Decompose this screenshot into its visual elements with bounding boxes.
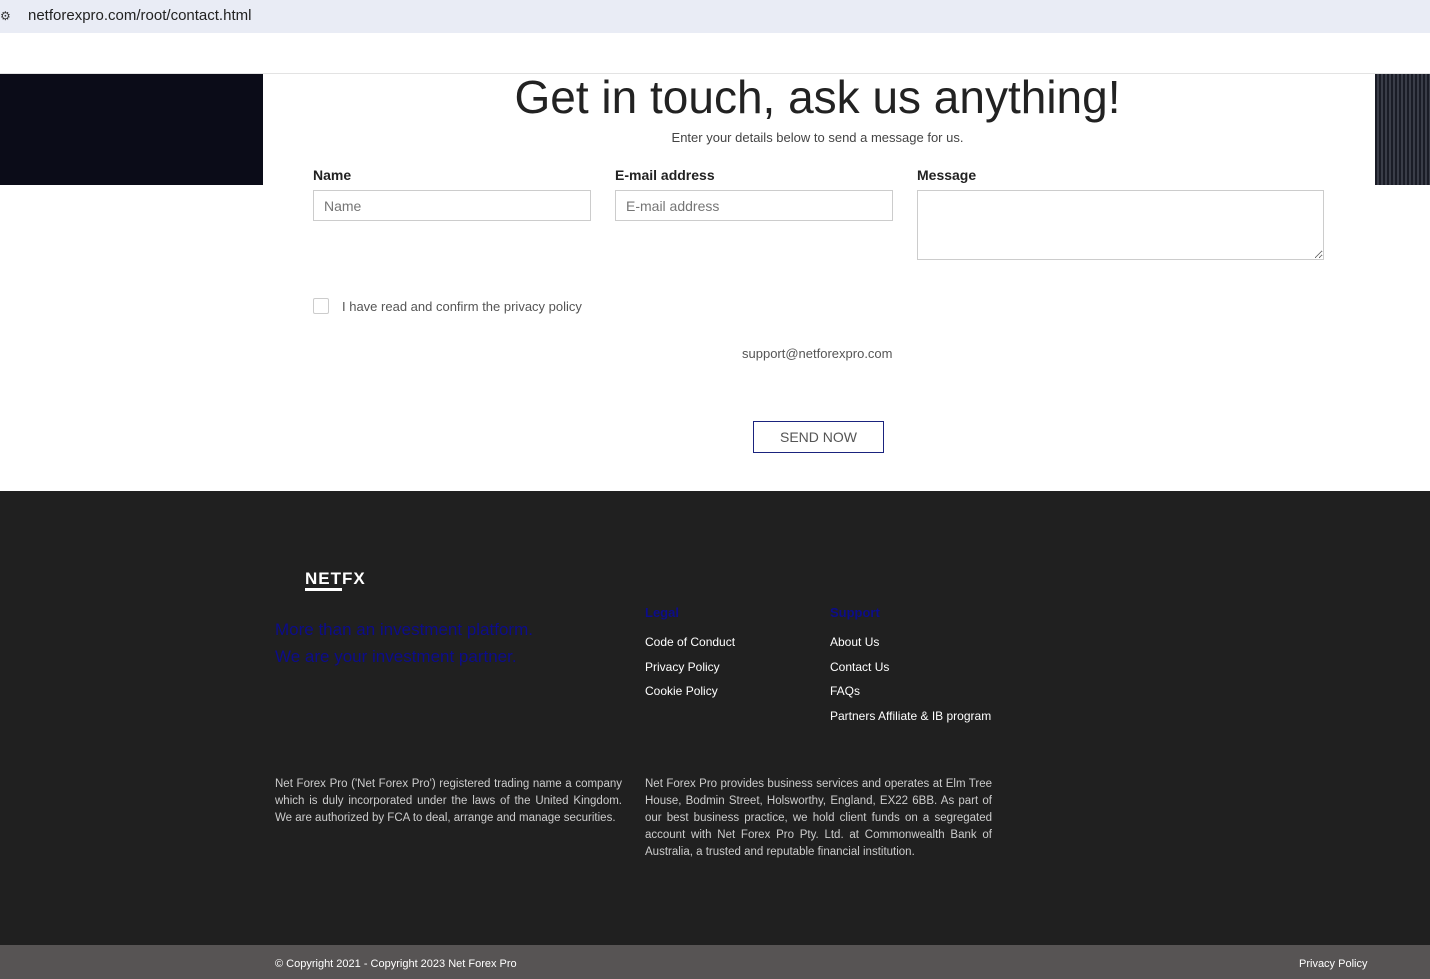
page-title: Get in touch, ask us anything! xyxy=(514,71,1121,123)
message-textarea[interactable] xyxy=(917,190,1324,260)
disclaimer-funds: Net Forex Pro provides business services… xyxy=(645,778,992,858)
link-cookie-policy[interactable]: Cookie Policy xyxy=(645,684,718,698)
logo-underline xyxy=(305,588,342,591)
copyright: © Copyright 2021 - Copyright 2023 Net Fo… xyxy=(275,958,517,970)
send-now-button[interactable]: SEND NOW xyxy=(753,421,884,453)
footer xyxy=(0,491,1430,945)
address-bar[interactable]: ⚙ netforexpro.com/root/contact.html xyxy=(0,0,1430,33)
bottom-bar xyxy=(0,945,1430,979)
support-email[interactable]: support@netforexpro.com xyxy=(742,346,893,361)
privacy-checkbox-label[interactable]: I have read and confirm the privacy poli… xyxy=(342,299,582,314)
bottom-privacy-policy-link[interactable]: Privacy Policy xyxy=(1299,958,1367,970)
link-contact-us[interactable]: Contact Us xyxy=(830,660,889,674)
name-input[interactable] xyxy=(313,190,591,221)
link-privacy-policy[interactable]: Privacy Policy xyxy=(645,660,720,674)
link-code-of-conduct[interactable]: Code of Conduct xyxy=(645,635,735,649)
link-faqs[interactable]: FAQs xyxy=(830,684,860,698)
privacy-checkbox[interactable] xyxy=(313,298,329,314)
url-text[interactable]: netforexpro.com/root/contact.html xyxy=(28,7,251,24)
footer-logo[interactable]: NETFX xyxy=(305,569,366,589)
link-about-us[interactable]: About Us xyxy=(830,635,879,649)
page-subtitle: Enter your details below to send a messa… xyxy=(671,130,964,145)
message-label: Message xyxy=(917,167,977,183)
disclaimer-company: Net Forex Pro ('Net Forex Pro') register… xyxy=(275,778,622,824)
footer-tagline-1: More than an investment platform. xyxy=(275,620,533,639)
email-input[interactable] xyxy=(615,190,893,221)
email-label: E-mail address xyxy=(615,167,715,183)
support-heading: Support xyxy=(830,605,880,620)
site-settings-icon[interactable]: ⚙ xyxy=(0,5,18,27)
name-label: Name xyxy=(313,167,352,183)
footer-tagline-2: We are your investment partner. xyxy=(275,647,517,666)
link-partners[interactable]: Partners Affiliate & IB program xyxy=(830,709,991,723)
legal-heading: Legal xyxy=(645,605,679,620)
